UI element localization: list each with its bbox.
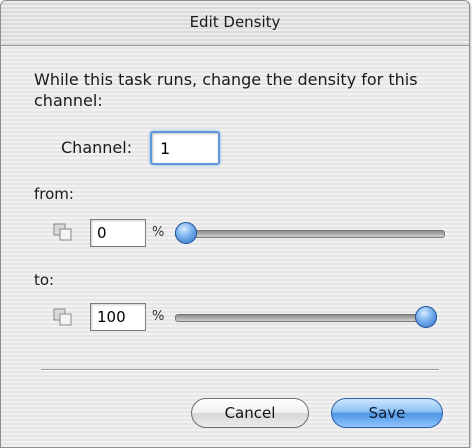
- window-title: Edit Density: [189, 13, 281, 31]
- to-percent-unit: %: [152, 309, 165, 324]
- from-label: from:: [34, 185, 74, 203]
- channel-label: Channel:: [61, 138, 133, 157]
- title-bar[interactable]: Edit Density: [1, 1, 469, 46]
- to-label: to:: [34, 271, 55, 289]
- save-button[interactable]: Save: [331, 398, 443, 428]
- channel-field[interactable]: [150, 131, 220, 165]
- lock-toggle-icon[interactable]: [53, 308, 73, 326]
- edit-density-dialog: Edit Density While this task runs, chang…: [0, 0, 470, 448]
- from-slider-thumb[interactable]: [175, 222, 197, 244]
- to-slider[interactable]: [175, 306, 437, 330]
- cancel-button[interactable]: Cancel: [191, 398, 309, 428]
- lock-toggle-icon[interactable]: [53, 223, 73, 241]
- to-slider-thumb[interactable]: [415, 306, 437, 328]
- from-percent-field[interactable]: [90, 219, 146, 247]
- from-slider-track[interactable]: [175, 230, 445, 238]
- from-slider[interactable]: [175, 222, 445, 246]
- to-slider-track[interactable]: [175, 314, 435, 322]
- to-percent-field[interactable]: [90, 303, 146, 331]
- instruction-text: While this task runs, change the density…: [34, 70, 418, 110]
- separator: [41, 369, 439, 371]
- from-percent-unit: %: [152, 225, 165, 240]
